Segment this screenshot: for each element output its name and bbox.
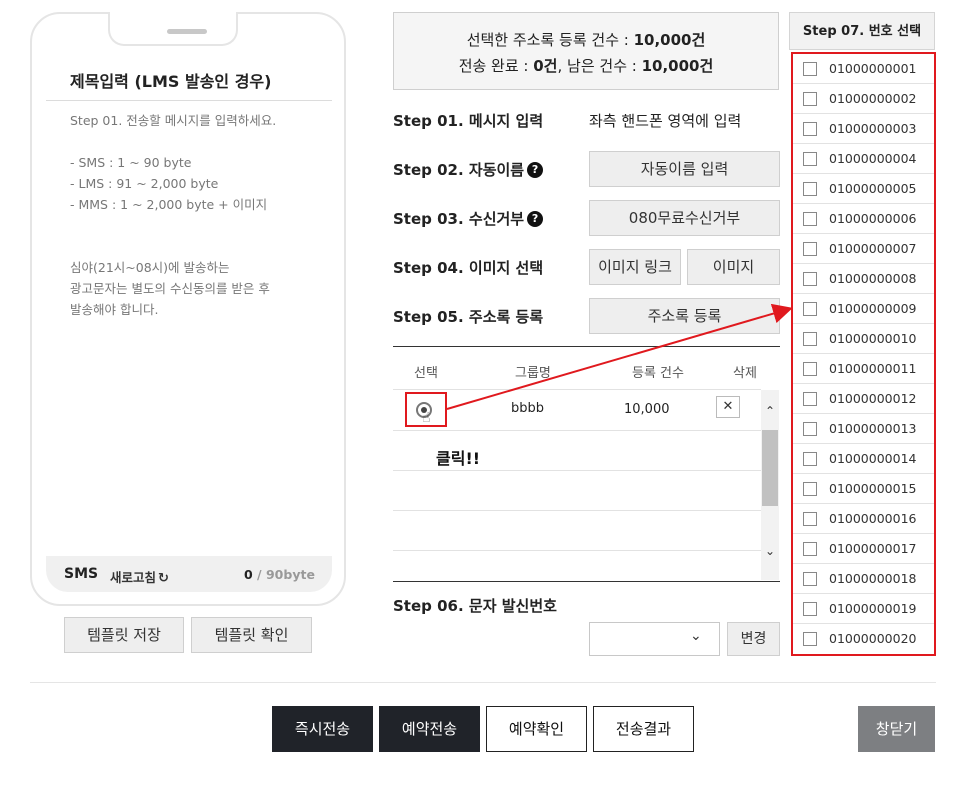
number-item[interactable]: 01000000016: [793, 504, 934, 534]
number-checkbox[interactable]: [803, 602, 817, 616]
number-item[interactable]: 01000000002: [793, 84, 934, 114]
number-item[interactable]: 01000000018: [793, 564, 934, 594]
send-result-button[interactable]: 전송결과: [593, 706, 694, 752]
phone-number: 01000000017: [829, 541, 917, 556]
number-item[interactable]: 01000000010: [793, 324, 934, 354]
sender-change-button[interactable]: 변경: [727, 622, 780, 656]
number-checkbox[interactable]: [803, 302, 817, 316]
number-item[interactable]: 01000000009: [793, 294, 934, 324]
number-checkbox[interactable]: [803, 212, 817, 226]
number-item[interactable]: 01000000015: [793, 474, 934, 504]
send-now-button[interactable]: 즉시전송: [272, 706, 373, 752]
number-item[interactable]: 01000000006: [793, 204, 934, 234]
phone-number: 01000000015: [829, 481, 917, 496]
number-item[interactable]: 01000000019: [793, 594, 934, 624]
number-item[interactable]: 01000000017: [793, 534, 934, 564]
number-item[interactable]: 01000000012: [793, 384, 934, 414]
number-checkbox[interactable]: [803, 422, 817, 436]
phone-number: 01000000007: [829, 241, 917, 256]
step06-label: Step 06. 문자 발신번호: [393, 597, 557, 615]
phone-number: 01000000006: [829, 211, 917, 226]
number-item[interactable]: 01000000003: [793, 114, 934, 144]
phone-number: 01000000005: [829, 181, 917, 196]
number-checkbox[interactable]: [803, 482, 817, 496]
reserve-check-button[interactable]: 예약확인: [486, 706, 587, 752]
phone-number: 01000000004: [829, 151, 917, 166]
number-checkbox[interactable]: [803, 182, 817, 196]
number-checkbox[interactable]: [803, 362, 817, 376]
number-checkbox[interactable]: [803, 572, 817, 586]
number-checkbox[interactable]: [803, 272, 817, 286]
number-checkbox[interactable]: [803, 332, 817, 346]
phone-number: 01000000003: [829, 121, 917, 136]
number-checkbox[interactable]: [803, 452, 817, 466]
number-item[interactable]: 01000000014: [793, 444, 934, 474]
phone-number: 01000000013: [829, 421, 917, 436]
number-item[interactable]: 01000000004: [793, 144, 934, 174]
phone-number: 01000000016: [829, 511, 917, 526]
number-checkbox[interactable]: [803, 122, 817, 136]
phone-number: 01000000014: [829, 451, 917, 466]
number-item[interactable]: 01000000008: [793, 264, 934, 294]
phone-number: 01000000010: [829, 331, 917, 346]
number-checkbox[interactable]: [803, 92, 817, 106]
number-list: 01000000001 01000000002 01000000003 0100…: [791, 52, 936, 656]
phone-number: 01000000008: [829, 271, 917, 286]
number-item[interactable]: 01000000001: [793, 54, 934, 84]
number-item[interactable]: 01000000005: [793, 174, 934, 204]
phone-number: 01000000009: [829, 301, 917, 316]
number-checkbox[interactable]: [803, 512, 817, 526]
phone-number: 01000000018: [829, 571, 917, 586]
number-panel-title: Step 07. 번호 선택: [789, 12, 935, 50]
number-checkbox[interactable]: [803, 392, 817, 406]
chevron-down-icon: ⌄: [690, 628, 702, 644]
number-checkbox[interactable]: [803, 632, 817, 646]
phone-number: 01000000012: [829, 391, 917, 406]
number-item[interactable]: 01000000011: [793, 354, 934, 384]
number-item[interactable]: 01000000007: [793, 234, 934, 264]
number-checkbox[interactable]: [803, 152, 817, 166]
phone-number: 01000000011: [829, 361, 917, 376]
number-checkbox[interactable]: [803, 542, 817, 556]
footer-divider: [30, 682, 936, 683]
number-checkbox[interactable]: [803, 62, 817, 76]
number-item[interactable]: 01000000020: [793, 624, 934, 654]
reserve-send-button[interactable]: 예약전송: [379, 706, 480, 752]
phone-number: 01000000020: [829, 631, 917, 646]
phone-number: 01000000019: [829, 601, 917, 616]
phone-number: 01000000001: [829, 61, 917, 76]
number-item[interactable]: 01000000013: [793, 414, 934, 444]
phone-number: 01000000002: [829, 91, 917, 106]
number-checkbox[interactable]: [803, 242, 817, 256]
close-window-button[interactable]: 창닫기: [858, 706, 935, 752]
